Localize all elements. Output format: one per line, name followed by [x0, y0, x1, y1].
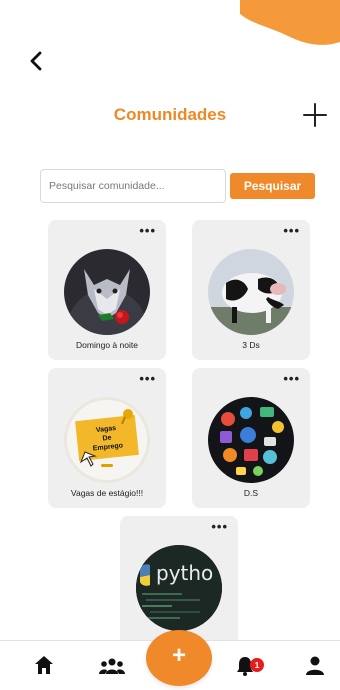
more-options-icon[interactable]: ••• [139, 372, 156, 386]
community-card[interactable]: ••• Domingo à noite [48, 220, 166, 360]
decorative-blob [240, 0, 340, 45]
more-options-icon[interactable]: ••• [283, 224, 300, 238]
more-options-icon[interactable]: ••• [283, 372, 300, 386]
community-card[interactable]: ••• 3 Ds [192, 220, 310, 360]
community-name: Vagas de estágio!!! [70, 488, 144, 498]
community-card[interactable]: ••• Vagas De Emprego Vagas de estágio!!! [48, 368, 166, 508]
community-avatar [208, 249, 294, 335]
community-name: Domingo à noite [76, 340, 138, 350]
community-avatar: pytho [136, 545, 222, 631]
community-avatar [64, 249, 150, 335]
more-options-icon[interactable]: ••• [211, 520, 228, 534]
community-name: D.S [243, 488, 259, 498]
community-avatar: Vagas De Emprego [64, 397, 150, 483]
notification-badge: 1 [250, 658, 264, 672]
communities-icon[interactable] [99, 656, 125, 678]
add-community-button[interactable] [302, 102, 328, 128]
community-name: 3 Ds [242, 340, 260, 350]
profile-icon[interactable] [304, 655, 326, 677]
search-button[interactable]: Pesquisar [230, 173, 315, 199]
plus-icon: + [171, 642, 186, 669]
search-input[interactable] [40, 169, 226, 203]
community-avatar [208, 397, 294, 483]
add-button[interactable]: + [146, 630, 212, 686]
image-text: pytho [156, 561, 214, 585]
page-title: Comunidades [113, 105, 227, 124]
community-card[interactable]: ••• D.S [192, 368, 310, 508]
more-options-icon[interactable]: ••• [139, 224, 156, 238]
home-icon[interactable] [33, 654, 55, 676]
back-button[interactable] [24, 48, 50, 74]
